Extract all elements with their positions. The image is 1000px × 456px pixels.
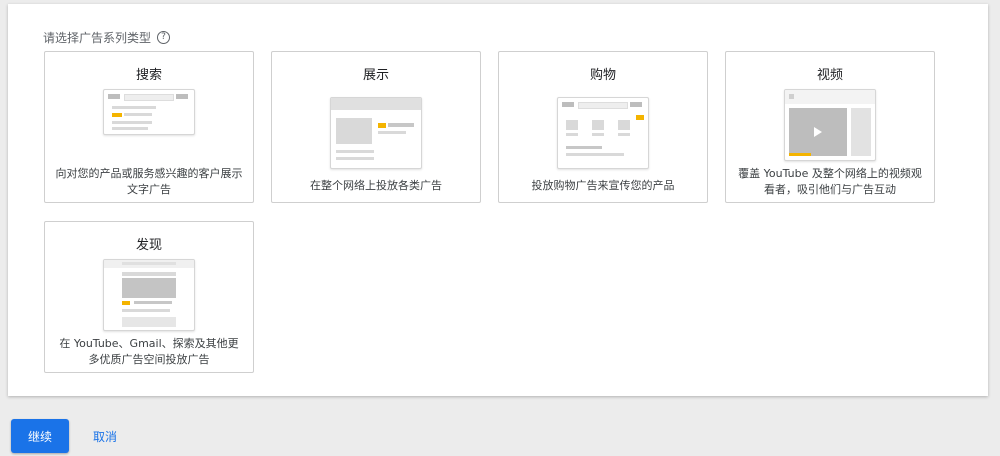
- campaign-type-video-card[interactable]: 视频 覆盖 YouTube 及整个网络上的视频观看者，吸引他们与广告互动: [725, 51, 935, 203]
- card-title: 搜索: [135, 68, 162, 83]
- discovery-ad-illustration: [103, 259, 195, 331]
- campaign-type-panel: 请选择广告系列类型 ? 搜索 向对您的产品或服务感兴趣的客户展示文字广告 展示: [8, 4, 988, 396]
- shopping-ad-illustration: [557, 97, 649, 169]
- card-title: 发现: [135, 238, 162, 253]
- display-ad-illustration: [330, 97, 422, 169]
- campaign-type-search-card[interactable]: 搜索 向对您的产品或服务感兴趣的客户展示文字广告: [44, 51, 254, 203]
- play-icon: [814, 127, 822, 137]
- search-ad-illustration: [103, 89, 195, 135]
- card-title: 展示: [362, 68, 389, 83]
- card-description: 投放购物广告来宣传您的产品: [531, 179, 675, 192]
- campaign-type-display-card[interactable]: 展示 在整个网络上投放各类广告: [271, 51, 481, 203]
- campaign-type-shopping-card[interactable]: 购物 投放购物广告来宣传您的产品: [498, 51, 708, 203]
- card-description: 在整个网络上投放各类广告: [310, 179, 442, 192]
- card-title: 视频: [816, 68, 843, 83]
- video-ad-illustration: [784, 89, 876, 161]
- question-circle-icon[interactable]: ?: [157, 31, 171, 44]
- card-description: 覆盖 YouTube 及整个网络上的视频观看者，吸引他们与广告互动: [738, 167, 922, 196]
- campaign-type-discovery-card[interactable]: 发现 在 YouTube、Gmail、探索及其他更多优质广告空间投放广告: [44, 221, 254, 373]
- campaign-type-prompt: 请选择广告系列类型 ?: [43, 29, 171, 46]
- cancel-button[interactable]: 取消: [80, 419, 130, 453]
- card-title: 购物: [589, 68, 616, 83]
- card-description: 向对您的产品或服务感兴趣的客户展示文字广告: [55, 167, 243, 196]
- prompt-label: 请选择广告系列类型: [43, 31, 152, 45]
- continue-button[interactable]: 继续: [11, 419, 69, 453]
- card-description: 在 YouTube、Gmail、探索及其他更多优质广告空间投放广告: [59, 337, 239, 366]
